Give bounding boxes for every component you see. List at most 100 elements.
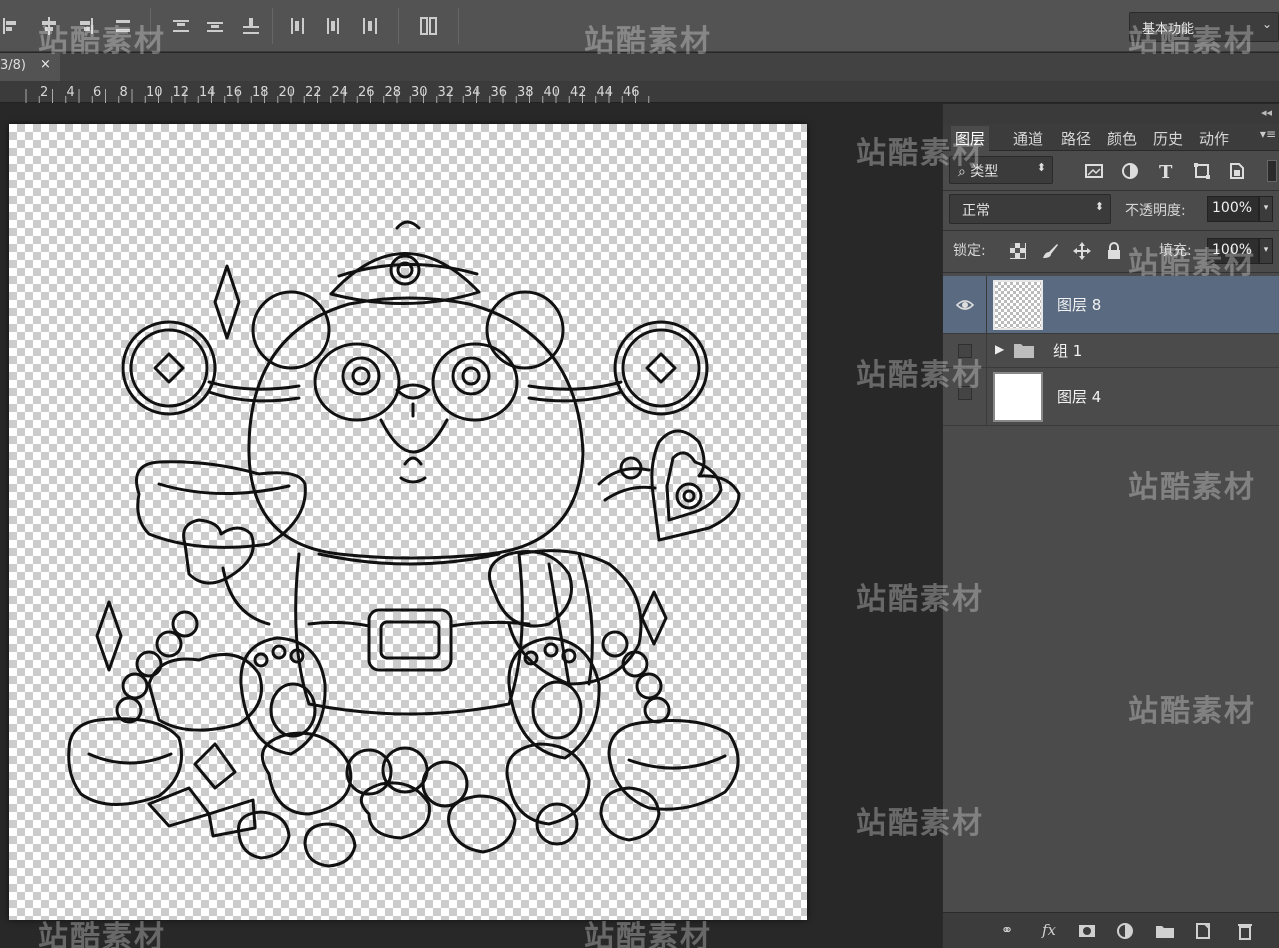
collapse-icon[interactable]: ◂◂ [1261,106,1272,119]
fill-dropdown[interactable]: ▾ [1259,238,1273,264]
document-tab-label: 3/8) [0,58,26,73]
ruler-label: 24 [332,85,349,100]
add-mask-icon[interactable] [1077,921,1097,941]
layer-row[interactable]: 图层 4 [943,368,1279,426]
lock-transparent-icon[interactable] [1007,240,1029,262]
ruler-label: 38 [517,85,534,100]
tab-layers[interactable]: 图层 [951,126,990,151]
visibility-cell[interactable] [943,334,987,367]
ruler-label: 20 [279,85,296,100]
canvas-area[interactable] [0,104,942,948]
link-layers-icon[interactable]: ⚭ [997,921,1017,941]
workspace-select[interactable]: 基本功能 ⌄ [1129,12,1279,42]
divider [943,230,1279,231]
ruler-label: 36 [491,85,508,100]
separator [458,8,459,44]
ruler-label: 44 [597,85,614,100]
separator [150,8,151,44]
lock-fill-row: 锁定: 填充: 100% ▾ [949,236,1279,266]
visibility-cell[interactable] [943,276,987,333]
document-tab-bar: 3/8) × [0,53,1279,81]
visibility-toggle[interactable] [958,344,972,358]
layers-panel: ◂◂ 图层 通道 路径 颜色 历史 动作 ▾≡ ⌕ 类型 ⬍ T 正常 ⬍ 不透… [942,104,1279,948]
chevron-updown-icon: ⬍ [1094,200,1104,213]
ruler-label: 18 [252,85,269,100]
ruler-label: 28 [385,85,402,100]
align-extra-icon[interactable] [112,14,134,38]
opacity-dropdown[interactable]: ▾ [1259,196,1273,222]
ruler-label: 32 [438,85,455,100]
smart-object-filter-icon[interactable] [1225,160,1247,182]
ruler-label: 12 [173,85,190,100]
blend-opacity-row: 正常 ⬍ 不透明度: 100% ▾ [949,194,1279,224]
adjustment-filter-icon[interactable] [1119,160,1141,182]
workspace-label: 基本功能 [1142,22,1195,37]
search-icon: ⌕ [958,164,971,180]
blend-mode-select[interactable]: 正常 ⬍ [949,194,1111,224]
ruler-label: 42 [570,85,587,100]
lock-move-icon[interactable] [1071,240,1093,262]
distribute-bottom-icon[interactable] [240,14,262,38]
ruler-label: 6 [93,85,101,100]
ruler-label: 4 [67,85,75,100]
layer-filter-row: ⌕ 类型 ⬍ T [949,156,1277,186]
visibility-cell[interactable] [943,368,987,425]
svg-text:T: T [1159,162,1173,182]
layer-group-row[interactable]: ▶ 组 1 [943,334,1279,368]
layer-name[interactable]: 图层 4 [1057,386,1101,407]
opacity-input[interactable]: 100% [1207,196,1259,222]
align-hcenter-icon[interactable] [38,14,60,38]
panel-menu-icon[interactable]: ▾≡ [1260,127,1276,141]
distribute-vcenter-icon[interactable] [204,14,226,38]
divider [943,190,1279,191]
layer-thumbnail[interactable] [993,280,1043,330]
layer-row[interactable]: 图层 8 [943,276,1279,334]
ruler-label: 40 [544,85,561,100]
document-tab[interactable]: 3/8) × [0,53,60,81]
ruler-label: 26 [358,85,375,100]
eye-icon[interactable] [955,295,975,315]
chevron-down-icon: ⌄ [1261,17,1272,31]
horizontal-ruler[interactable]: 2 4 6 8 10 12 14 16 18 20 22 24 26 28 30 32 34 36 38 40 42 44… [0,81,1279,103]
type-filter-icon[interactable]: T [1155,160,1177,182]
tab-paths[interactable]: 路径 [1057,126,1095,151]
distribute-left-icon[interactable] [288,14,310,38]
delete-layer-icon[interactable] [1235,921,1255,941]
close-icon[interactable]: × [40,57,51,72]
new-group-icon[interactable] [1155,921,1175,941]
panel-collapse-strip[interactable]: ◂◂ [943,104,1279,124]
adjustment-layer-icon[interactable] [1115,921,1135,941]
distribute-right-icon[interactable] [358,14,380,38]
ruler-label: 14 [199,85,216,100]
ruler-label: 22 [305,85,322,100]
auto-align-icon[interactable] [418,14,440,38]
tab-actions[interactable]: 动作 [1195,126,1233,151]
lock-all-icon[interactable] [1103,240,1125,262]
fx-icon[interactable]: fx [1039,921,1059,941]
layers-bottom-bar: ⚭ fx [943,912,1279,948]
layer-thumbnail[interactable] [993,372,1043,422]
distribute-top-icon[interactable] [170,14,192,38]
filter-toggle[interactable] [1267,160,1277,182]
align-left-icon[interactable] [0,14,22,38]
layer-kind-filter[interactable]: ⌕ 类型 ⬍ [949,156,1053,184]
document-canvas[interactable] [9,124,807,920]
ruler-label: 8 [120,85,128,100]
expand-triangle-icon[interactable]: ▶ [995,342,1004,356]
align-right-icon[interactable] [74,14,96,38]
layer-name[interactable]: 图层 8 [1057,294,1101,315]
lock-brush-icon[interactable] [1039,240,1061,262]
new-layer-icon[interactable] [1193,921,1213,941]
distribute-hcenter-icon[interactable] [322,14,344,38]
separator [398,8,399,44]
kind-filter-label: 类型 [970,164,999,180]
pixel-filter-icon[interactable] [1083,160,1105,182]
shape-filter-icon[interactable] [1191,160,1213,182]
tab-color[interactable]: 颜色 [1103,126,1141,151]
tab-channels[interactable]: 通道 [1009,126,1047,151]
tab-history[interactable]: 历史 [1149,126,1187,151]
group-name[interactable]: 组 1 [1053,340,1082,361]
fill-input[interactable]: 100% [1207,238,1259,264]
visibility-toggle[interactable] [958,386,972,400]
separator [272,8,273,44]
